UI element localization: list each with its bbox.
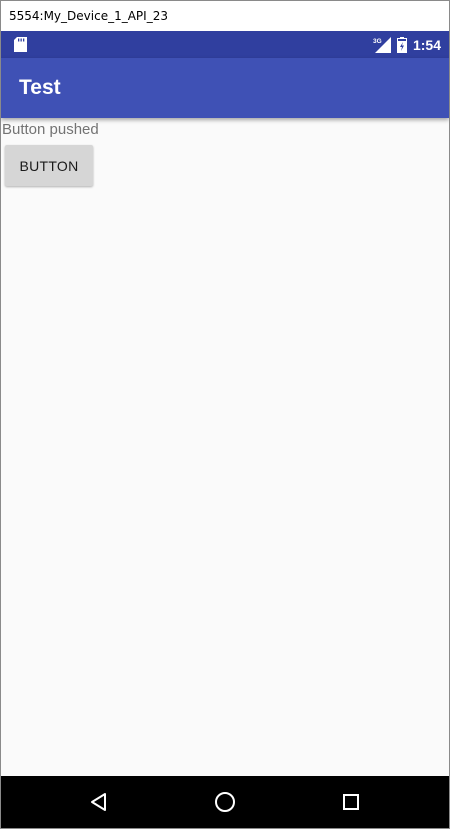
sd-card-icon — [14, 37, 27, 52]
app-title: Test — [19, 76, 61, 99]
main-button[interactable]: BUTTON — [5, 145, 93, 186]
app-toolbar: Test — [1, 58, 449, 118]
status-icons: 3G 1:54 — [373, 31, 441, 58]
window-title: 5554:My_Device_1_API_23 — [9, 9, 168, 23]
navigation-bar — [1, 776, 449, 828]
nav-home-button[interactable] — [195, 776, 255, 828]
main-content: Button pushed BUTTON — [1, 118, 449, 776]
nav-recent-apps-button[interactable] — [321, 776, 381, 828]
window-title-bar: 5554:My_Device_1_API_23 — [1, 1, 449, 31]
nav-back-button[interactable] — [69, 776, 129, 828]
status-clock: 1:54 — [412, 36, 441, 53]
network-type-label: 3G — [373, 38, 382, 45]
back-triangle-icon — [91, 793, 106, 811]
status-bar: 3G 1:54 — [1, 31, 449, 58]
device-screen: 3G 1:54 Test Button pushed BUTTON — [1, 31, 449, 828]
emulator-window: 5554:My_Device_1_API_23 3G 1:54 Test But… — [0, 0, 450, 829]
home-circle-icon — [215, 792, 235, 812]
status-text: Button pushed — [2, 121, 99, 138]
signal-3g-icon: 3G — [373, 36, 391, 53]
recent-apps-square-icon — [343, 794, 359, 810]
battery-icon — [396, 36, 407, 53]
